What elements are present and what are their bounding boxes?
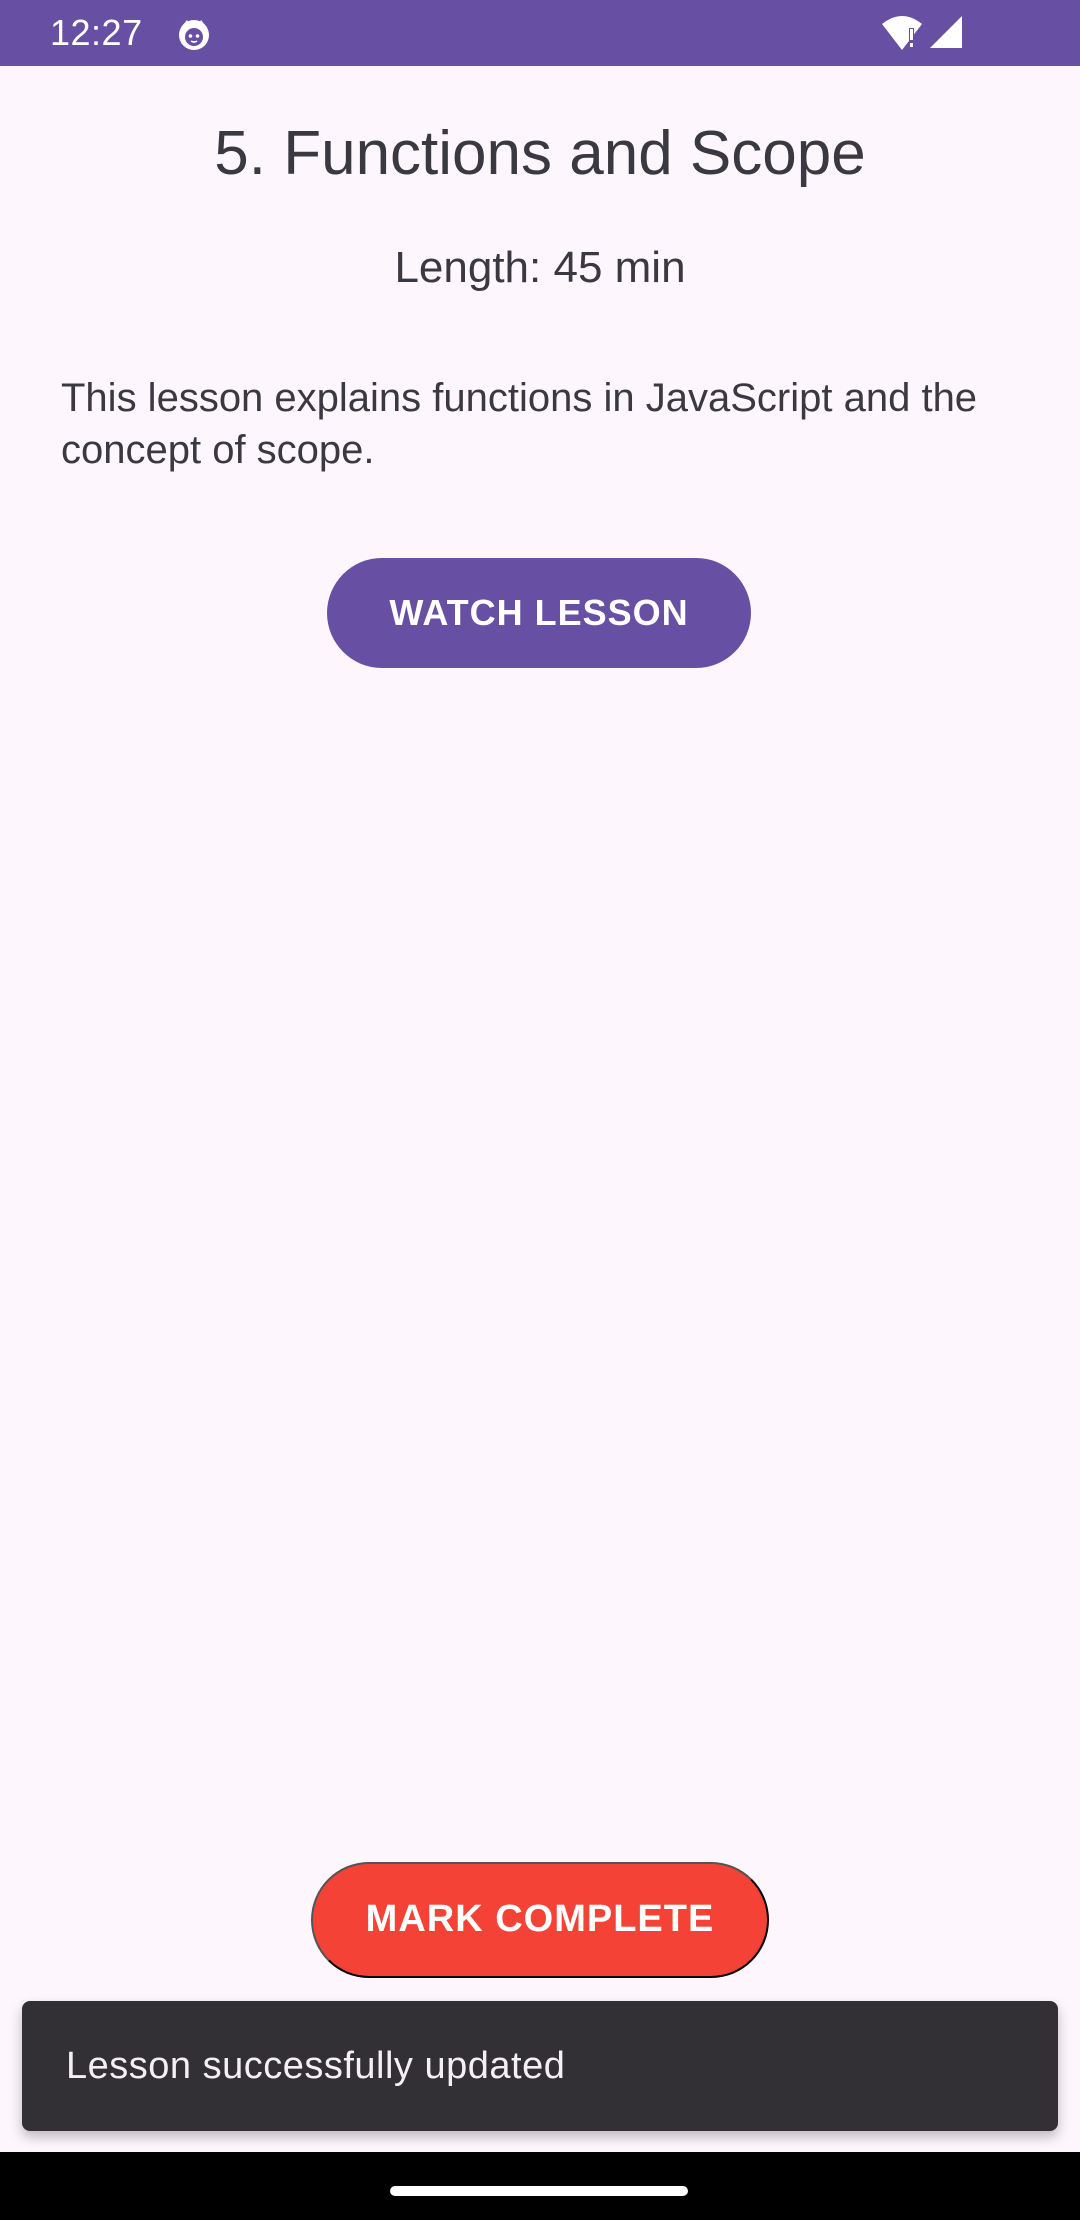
cat-face-icon xyxy=(176,16,212,52)
lesson-title: 5. Functions and Scope xyxy=(214,119,866,188)
status-bar: 12:27 xyxy=(0,0,1080,66)
wifi-alert-icon xyxy=(880,14,924,52)
navigation-bar xyxy=(0,2152,1080,2220)
snackbar: Lesson successfully updated xyxy=(22,2001,1058,2131)
gesture-handle[interactable] xyxy=(390,2186,688,2196)
lesson-length: Length: 45 min xyxy=(394,243,686,292)
watch-lesson-button[interactable]: WATCH LESSON xyxy=(327,558,751,668)
status-time: 12:27 xyxy=(50,12,143,53)
lesson-description: This lesson explains functions in JavaSc… xyxy=(61,376,978,472)
mark-complete-button[interactable]: MARK COMPLETE xyxy=(311,1862,769,1978)
cell-signal-icon xyxy=(928,14,964,52)
snackbar-message: Lesson successfully updated xyxy=(66,2045,566,2087)
